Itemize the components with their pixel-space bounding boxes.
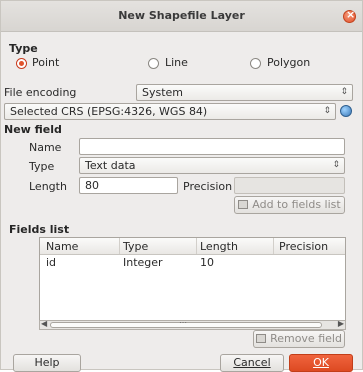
field-type-select[interactable]: Text data ⇕ — [79, 157, 345, 174]
radio-polygon-label[interactable]: Polygon — [267, 56, 310, 69]
file-encoding-label: File encoding — [4, 86, 77, 99]
cell-name: id — [46, 256, 57, 269]
add-field-icon — [238, 200, 249, 209]
remove-field-label: Remove field — [270, 332, 342, 345]
scroll-right-icon[interactable]: ▶ — [338, 319, 344, 328]
updown-arrows-icon: ⇕ — [332, 160, 340, 170]
column-header-length[interactable]: Length — [200, 240, 238, 253]
cancel-label: Cancel — [233, 356, 271, 369]
name-label: Name — [29, 141, 62, 154]
title-bar[interactable]: New Shapefile Layer — [1, 1, 362, 32]
radio-line-label[interactable]: Line — [165, 56, 188, 69]
ok-label: OK — [313, 356, 329, 369]
file-encoding-select[interactable]: System ⇕ — [136, 84, 353, 101]
help-label: Help — [34, 356, 60, 369]
horizontal-scrollbar[interactable]: ◀ ⋯ ▶ — [39, 318, 346, 330]
precision-label: Precision — [183, 180, 233, 193]
new-field-section-label: New field — [4, 123, 62, 136]
radio-line[interactable] — [148, 58, 159, 69]
column-divider — [196, 238, 197, 254]
column-header-precision[interactable]: Precision — [279, 240, 328, 253]
length-label: Length — [29, 180, 67, 193]
column-divider — [273, 238, 274, 254]
remove-field-icon — [256, 334, 267, 343]
type-label: Type — [29, 160, 55, 173]
fields-table[interactable]: Name Type Length Precision id Integer 10 — [39, 237, 346, 321]
cancel-button[interactable]: Cancel — [220, 354, 284, 372]
crs-selector-globe-icon[interactable] — [340, 105, 352, 117]
type-section-label: Type — [9, 42, 38, 55]
scrollbar-thumb[interactable]: ⋯ — [50, 318, 322, 328]
add-to-fields-list-label: Add to fields list — [252, 198, 341, 211]
crs-value: Selected CRS (EPSG:4326, WGS 84) — [10, 105, 208, 118]
new-shapefile-dialog: New Shapefile Layer Type Point Line Poly… — [0, 0, 363, 372]
radio-point[interactable] — [16, 58, 27, 69]
field-name-input[interactable] — [79, 138, 345, 155]
column-divider — [119, 238, 120, 254]
table-header: Name Type Length Precision — [40, 238, 345, 255]
ok-button[interactable]: OK — [289, 354, 353, 372]
column-header-type[interactable]: Type — [123, 240, 148, 253]
cell-length: 10 — [200, 256, 214, 269]
radio-polygon[interactable] — [250, 58, 261, 69]
scroll-left-icon[interactable]: ◀ — [41, 319, 47, 328]
file-encoding-value: System — [142, 86, 184, 99]
window-title: New Shapefile Layer — [118, 9, 245, 22]
cell-type: Integer — [123, 256, 163, 269]
add-to-fields-list-button[interactable]: Add to fields list — [234, 196, 345, 214]
scrollbar-grip: ⋯ — [179, 318, 187, 327]
close-icon[interactable] — [343, 8, 356, 23]
field-length-input[interactable]: 80 — [79, 177, 178, 194]
field-type-value: Text data — [85, 159, 136, 172]
fields-list-section-label: Fields list — [9, 223, 70, 236]
updown-arrows-icon: ⇕ — [340, 87, 348, 97]
help-button[interactable]: Help — [13, 354, 81, 372]
remove-field-button[interactable]: Remove field — [253, 330, 345, 348]
crs-select[interactable]: Selected CRS (EPSG:4326, WGS 84) ⇕ — [4, 103, 336, 120]
updown-arrows-icon: ⇕ — [323, 106, 331, 116]
column-header-name[interactable]: Name — [46, 240, 78, 253]
radio-point-label[interactable]: Point — [32, 56, 59, 69]
field-precision-input — [234, 177, 345, 194]
